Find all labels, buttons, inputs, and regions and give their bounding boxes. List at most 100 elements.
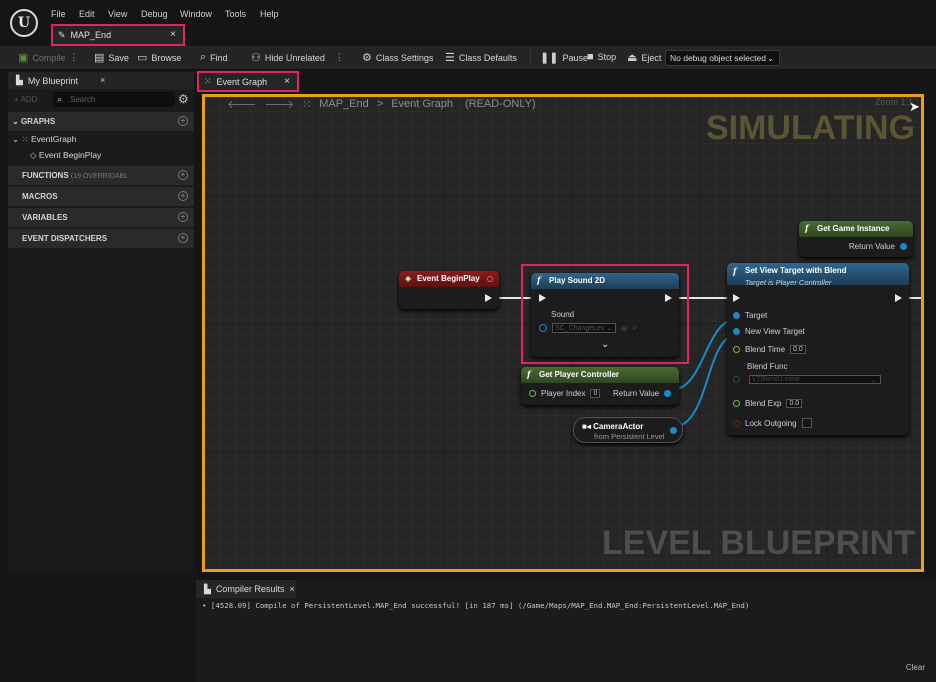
save-button[interactable]: ▤ Save xyxy=(94,51,129,64)
lock-outgoing-checkbox[interactable] xyxy=(801,418,812,428)
compile-button[interactable]: ▣ Compile ⋮ xyxy=(18,51,78,64)
exec-in-pin[interactable] xyxy=(733,294,740,302)
menu-debug[interactable]: Debug xyxy=(141,9,168,19)
browse-button[interactable]: ▭ Browse xyxy=(137,51,181,64)
options-icon[interactable]: ⋮ xyxy=(69,52,78,63)
float-pin-icon[interactable] xyxy=(733,400,740,407)
event-icon: ◇ xyxy=(30,150,37,160)
eject-icon: ⏏ xyxy=(627,52,638,64)
gear-icon[interactable]: ⚙ xyxy=(178,92,189,106)
hide-unrelated-button[interactable]: ⚇ Hide Unrelated ⋮ xyxy=(251,51,344,64)
class-defaults-button[interactable]: ☰ Class Defaults xyxy=(445,51,517,64)
add-icon[interactable]: + xyxy=(178,170,188,180)
node-camera-actor[interactable]: ■◂ CameraActor from Persistent Level xyxy=(573,417,683,443)
toolbar-divider xyxy=(530,50,531,66)
close-icon[interactable]: × xyxy=(170,29,176,40)
delegate-pin-icon[interactable] xyxy=(487,276,493,282)
chevron-down-icon[interactable]: ⌄ xyxy=(601,339,609,350)
pause-label: Pause xyxy=(562,52,588,63)
event-graph-tab[interactable]: ⁙ Event Graph × xyxy=(197,71,299,92)
pin-blend-exp: Blend Exp 0.0 xyxy=(733,399,803,408)
graph-tab-bar xyxy=(196,70,936,90)
save-label: Save xyxy=(108,52,129,63)
node-header: f Get Game Instance xyxy=(799,221,913,237)
stop-label: Stop xyxy=(597,52,617,62)
enum-pin-icon[interactable] xyxy=(733,376,740,383)
node-title: CameraActor xyxy=(593,422,644,431)
blend-time-value[interactable]: 0.0 xyxy=(790,345,806,354)
search-icon[interactable]: ⌕ xyxy=(633,323,637,333)
object-pin-icon[interactable] xyxy=(664,390,672,397)
player-index-value[interactable]: 0 xyxy=(590,389,601,398)
find-button[interactable]: ⌕ Find xyxy=(200,51,228,64)
sliders-icon: ☰ xyxy=(445,52,455,64)
object-pin-icon[interactable] xyxy=(900,243,907,250)
menu-window[interactable]: Window xyxy=(180,9,212,19)
blend-func-select[interactable]: VTBlend Linear ⌄ xyxy=(749,375,881,384)
browse-asset-icon[interactable]: ⊖ xyxy=(621,324,628,333)
node-subtitle: Target is Player Controller xyxy=(745,278,832,287)
options-icon[interactable]: ⋮ xyxy=(335,52,344,63)
exec-in-pin[interactable] xyxy=(539,294,546,302)
add-icon[interactable]: + xyxy=(178,233,188,243)
node-play-sound-2d[interactable]: f Play Sound 2D Sound SC_ChangeLev ⌄ ⊖ ⌕… xyxy=(531,273,679,357)
exec-out-pin[interactable] xyxy=(895,294,902,302)
stop-button[interactable]: ■ Stop xyxy=(587,51,616,63)
menu-edit[interactable]: Edit xyxy=(79,9,95,19)
int-pin-icon[interactable] xyxy=(529,390,536,397)
add-icon[interactable]: + xyxy=(178,116,188,126)
node-title: Get Game Instance xyxy=(817,224,890,233)
object-pin-icon[interactable] xyxy=(539,324,547,332)
close-icon[interactable]: × xyxy=(289,584,294,594)
class-settings-button[interactable]: ⚙ Class Settings xyxy=(362,51,433,64)
node-title: Event BeginPlay xyxy=(417,274,480,283)
menu-file[interactable]: File xyxy=(51,9,66,19)
pin-blend-time: Blend Time 0.0 xyxy=(733,345,806,354)
object-pin-icon[interactable] xyxy=(733,312,740,319)
clear-button[interactable]: Clear xyxy=(906,663,925,672)
add-icon[interactable]: + xyxy=(178,191,188,201)
node-get-game-instance[interactable]: f Get Game Instance Return Value xyxy=(799,221,913,257)
compiler-message: • [4528.09] Compile of PersistentLevel.M… xyxy=(202,601,750,610)
pin-return-value: Return Value xyxy=(613,389,672,398)
section-event-dispatchers[interactable]: EVENT DISPATCHERS + xyxy=(8,229,194,248)
debug-object-select[interactable]: No debug object selected ⌄ xyxy=(665,50,780,66)
menu-tools[interactable]: Tools xyxy=(225,9,246,19)
section-variables[interactable]: VARIABLES + xyxy=(8,208,194,227)
chevron-down-icon: ⌄ xyxy=(12,134,20,144)
my-blueprint-tab[interactable]: ▙ My Blueprint × xyxy=(8,72,194,89)
graph-canvas[interactable]: 🡐 🡒 ⁙ MAP_End > Event Graph (READ-ONLY) … xyxy=(202,94,924,572)
tree-event-graph-label: EventGraph xyxy=(31,134,77,144)
my-blueprint-tab-label: My Blueprint xyxy=(27,75,78,86)
tree-event-graph[interactable]: ⌄ ⁙ EventGraph xyxy=(12,134,76,145)
close-icon[interactable]: × xyxy=(100,75,105,85)
close-icon[interactable]: × xyxy=(284,76,290,87)
section-macros-label: MACROS xyxy=(22,192,58,201)
float-pin-icon[interactable] xyxy=(733,346,740,353)
add-button[interactable]: + ADD xyxy=(14,93,48,107)
compiler-results-tab[interactable]: ▙ Compiler Results × xyxy=(196,580,296,598)
section-macros[interactable]: MACROS + xyxy=(8,187,194,206)
node-set-view-target-with-blend[interactable]: f Set View Target with Blend Target is P… xyxy=(727,263,909,435)
sound-asset-select[interactable]: SC_ChangeLev ⌄ xyxy=(552,323,616,333)
eject-button[interactable]: ⏏ Eject xyxy=(627,51,661,64)
node-get-player-controller[interactable]: f Get Player Controller Player Index 0 R… xyxy=(521,367,679,405)
tree-event-begin-play[interactable]: ◇ Event BeginPlay xyxy=(30,150,101,161)
section-graphs[interactable]: ⌄ GRAPHS + xyxy=(8,112,194,131)
bool-pin-icon[interactable] xyxy=(733,419,740,427)
search-input[interactable]: ⌕ Search xyxy=(53,92,175,107)
chevron-down-icon: ⌄ xyxy=(870,377,876,384)
menu-help[interactable]: Help xyxy=(260,9,279,19)
document-tab-map-end[interactable]: ✎ MAP_End × xyxy=(51,24,185,46)
node-event-begin-play[interactable]: ◈ Event BeginPlay xyxy=(399,271,499,309)
pause-button[interactable]: ❚❚ Pause xyxy=(540,51,588,64)
object-pin-icon[interactable] xyxy=(733,328,740,335)
exec-out-pin[interactable] xyxy=(485,294,492,302)
section-functions[interactable]: FUNCTIONS (19 OVERRIDABL + xyxy=(8,166,194,185)
unreal-logo-icon[interactable]: U xyxy=(10,9,38,37)
exec-out-pin[interactable] xyxy=(665,294,672,302)
blend-exp-value[interactable]: 0.0 xyxy=(786,399,803,408)
add-icon[interactable]: + xyxy=(178,212,188,222)
object-pin-icon[interactable] xyxy=(670,427,677,434)
menu-view[interactable]: View xyxy=(108,9,127,19)
